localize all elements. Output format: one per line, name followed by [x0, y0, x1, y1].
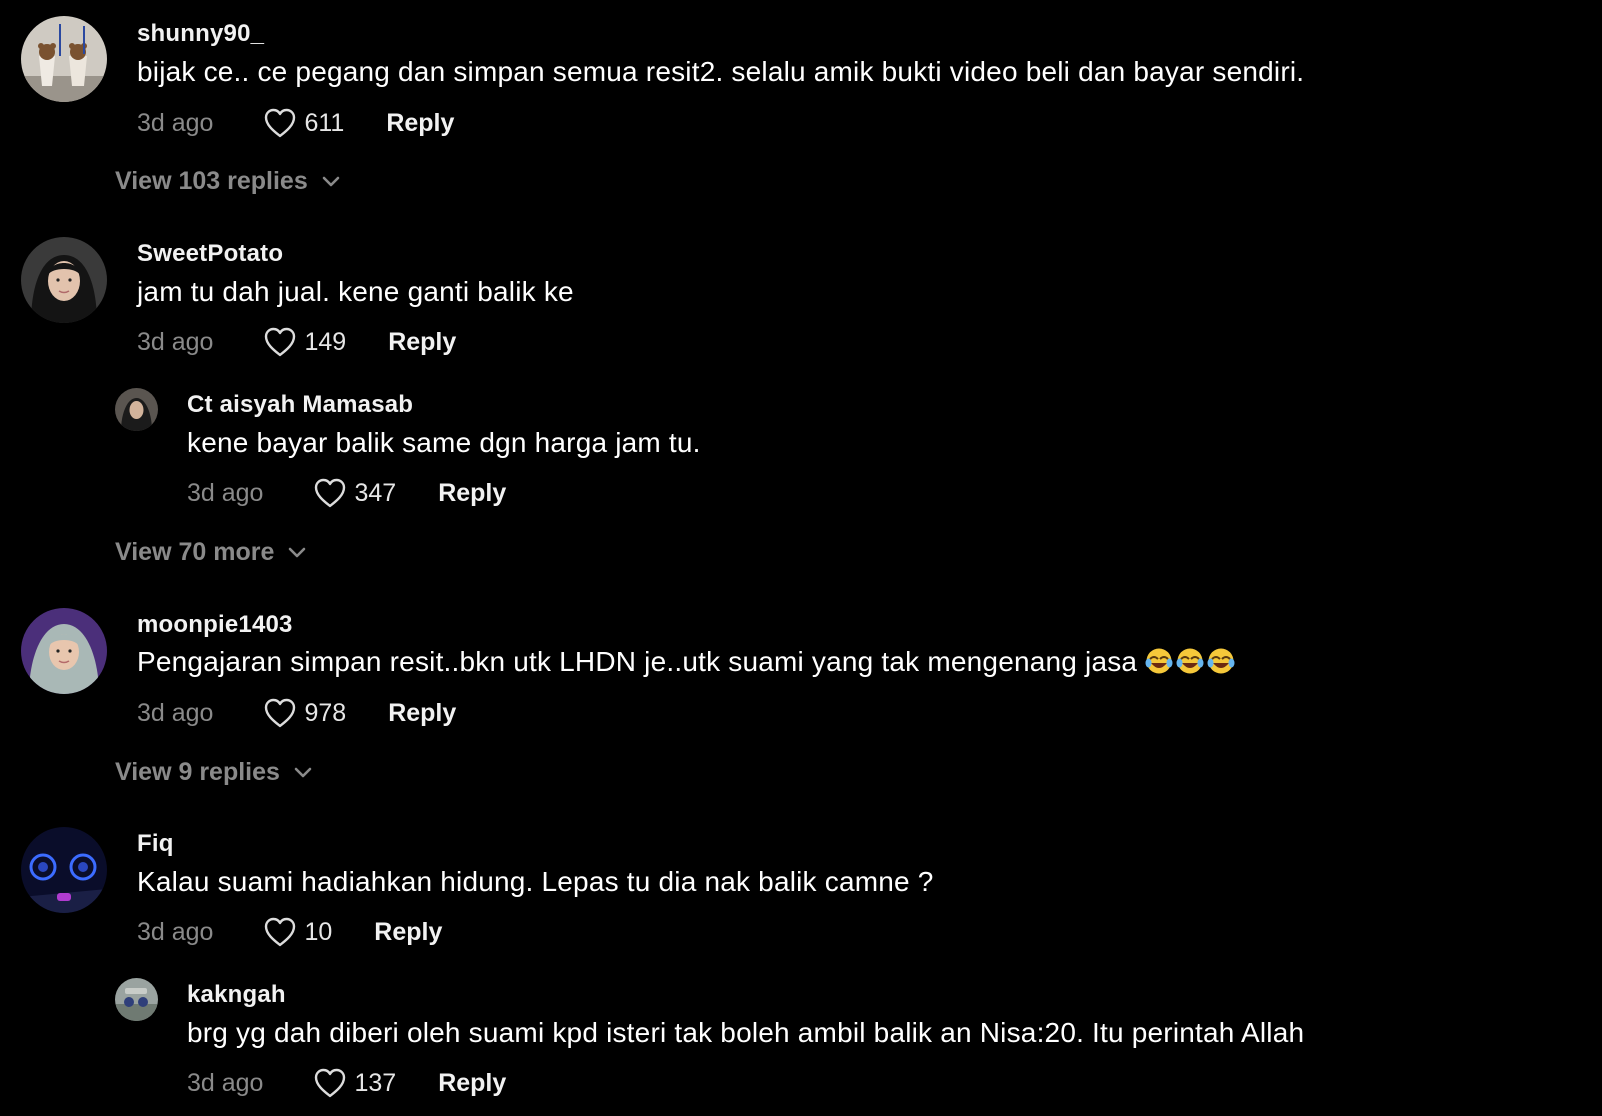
comment-text: Kalau suami hadiahkan hidung. Lepas tu d… — [137, 866, 934, 897]
avatar[interactable] — [21, 237, 107, 323]
avatar-image — [21, 608, 107, 694]
chevron-down-icon — [322, 176, 340, 186]
avatar[interactable] — [21, 608, 107, 694]
comment-meta: 3d ago 611 Reply — [137, 106, 454, 140]
view-replies-button[interactable]: View 103 replies — [115, 167, 340, 196]
reply-time: 3d ago — [187, 1068, 264, 1097]
reply-button[interactable]: Reply — [374, 918, 442, 947]
reply-username[interactable]: kakngah — [187, 981, 286, 1009]
like-count: 978 — [304, 698, 347, 727]
comment-time: 3d ago — [137, 108, 214, 137]
heart-icon — [315, 1068, 346, 1098]
avatar-image — [115, 388, 158, 431]
heart-icon — [265, 327, 296, 357]
view-replies-button[interactable]: View 9 replies — [115, 758, 312, 787]
reply-username[interactable]: Ct aisyah Mamasab — [187, 391, 413, 419]
comment-time: 3d ago — [137, 917, 214, 946]
comment-username[interactable]: moonpie1403 — [137, 611, 293, 639]
avatar-image — [21, 16, 107, 102]
comment-meta: 3d ago 978 Reply — [137, 696, 456, 730]
heart-icon — [265, 917, 296, 947]
comment-text: jam tu dah jual. kene ganti balik ke — [137, 276, 574, 307]
reply-button[interactable]: Reply — [388, 328, 456, 357]
comment-time: 3d ago — [137, 327, 214, 356]
view-replies-label: View 103 replies — [115, 167, 308, 195]
like-button[interactable]: 978 — [263, 697, 346, 729]
like-button[interactable]: 611 — [263, 107, 344, 139]
heart-icon — [265, 108, 296, 138]
like-button[interactable]: 149 — [263, 326, 346, 358]
laughing-emoji-icon — [1145, 647, 1235, 682]
reply-button[interactable]: Reply — [438, 1069, 506, 1098]
reply-button[interactable]: Reply — [386, 109, 454, 138]
avatar[interactable] — [21, 827, 107, 913]
view-more-button[interactable]: View 70 more — [115, 538, 306, 567]
comment-username[interactable]: SweetPotato — [137, 240, 283, 268]
reply-meta: 3d ago 347 Reply — [187, 476, 506, 510]
like-count: 149 — [304, 327, 347, 356]
avatar[interactable] — [21, 16, 107, 102]
reply-button[interactable]: Reply — [388, 699, 456, 728]
like-button[interactable]: 10 — [263, 916, 332, 948]
chevron-down-icon — [289, 547, 306, 557]
avatar-image — [115, 978, 158, 1021]
chevron-down-icon — [294, 767, 312, 777]
avatar-image — [21, 237, 107, 323]
like-count: 137 — [354, 1068, 397, 1097]
comment-username[interactable]: shunny90_ — [137, 20, 264, 48]
heart-icon — [265, 698, 296, 728]
comment-text-content: Pengajaran simpan resit..bkn utk LHDN je… — [137, 646, 1146, 677]
like-count: 10 — [304, 917, 333, 946]
reply-time: 3d ago — [187, 478, 264, 507]
comment-username[interactable]: Fiq — [137, 830, 174, 858]
like-button[interactable]: 347 — [313, 477, 396, 509]
avatar-image — [21, 827, 107, 913]
heart-icon — [315, 478, 346, 508]
avatar[interactable] — [115, 978, 158, 1021]
reply-button[interactable]: Reply — [438, 479, 506, 508]
comment-time: 3d ago — [137, 698, 214, 727]
reply-text: kene bayar balik same dgn harga jam tu. — [187, 427, 701, 458]
like-button[interactable]: 137 — [313, 1067, 396, 1099]
comment-meta: 3d ago 10 Reply — [137, 915, 442, 949]
view-replies-label: View 9 replies — [115, 758, 280, 786]
like-count: 611 — [304, 108, 345, 137]
like-count: 347 — [354, 478, 397, 507]
comment-text: bijak ce.. ce pegang dan simpan semua re… — [137, 56, 1305, 87]
avatar[interactable] — [115, 388, 158, 431]
comment-meta: 3d ago 149 Reply — [137, 325, 456, 359]
reply-text: brg yg dah diberi oleh suami kpd isteri … — [187, 1017, 1305, 1048]
comment-text: Pengajaran simpan resit..bkn utk LHDN je… — [137, 646, 1235, 682]
reply-meta: 3d ago 137 Reply — [187, 1066, 506, 1100]
view-more-label: View 70 more — [115, 538, 275, 566]
